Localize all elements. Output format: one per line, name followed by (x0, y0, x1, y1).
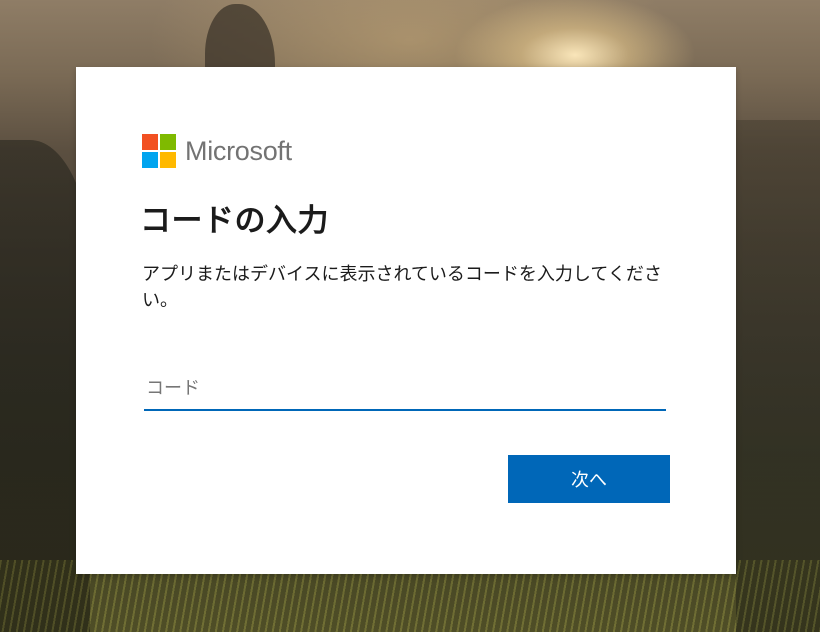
next-button[interactable]: 次へ (508, 455, 670, 503)
page-description: アプリまたはデバイスに表示されているコードを入力してください。 (142, 264, 662, 311)
logo-wordmark: Microsoft (185, 135, 292, 166)
logo-square-blue (142, 152, 158, 168)
page-title: コードの入力 (140, 203, 329, 239)
code-input[interactable] (144, 367, 666, 411)
microsoft-logo: Microsoft (142, 134, 292, 168)
background-ridge-right (736, 120, 820, 632)
logo-square-green (160, 134, 176, 150)
sign-in-card: Microsoft コードの入力 アプリまたはデバイスに表示されているコードを入… (76, 67, 736, 574)
microsoft-logo-icon (142, 134, 176, 168)
logo-square-yellow (160, 152, 176, 168)
logo-square-red (142, 134, 158, 150)
